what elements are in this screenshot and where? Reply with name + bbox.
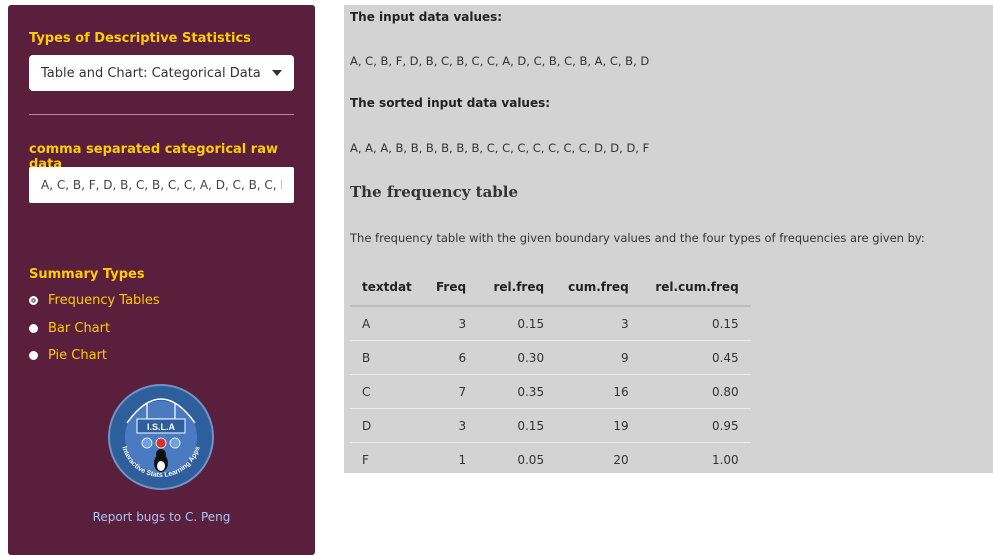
radio-checked-icon [29, 296, 38, 305]
table-cell: 0.95 [640, 408, 751, 443]
table-row: F 1 0.05 20 1.00 [350, 443, 751, 477]
table-cell: C [350, 374, 424, 409]
radio-label: Bar Chart [48, 321, 111, 336]
table-row: B 6 0.30 9 0.45 [350, 340, 751, 375]
table-cell: 3 [556, 306, 641, 341]
table-row: D 3 0.15 19 0.95 [350, 408, 751, 443]
statistics-type-select[interactable]: Table and Chart: Categorical Data [29, 55, 294, 91]
column-header: rel.cum.freq [640, 269, 751, 307]
table-cell: 7 [424, 374, 479, 409]
table-cell: B [350, 340, 424, 375]
sorted-data-values: A, A, A, B, B, B, B, B, B, C, C, C, C, C… [350, 141, 650, 155]
table-cell: A [350, 306, 424, 341]
table-row: C 7 0.35 16 0.80 [350, 374, 751, 409]
summary-types-heading: Summary Types [29, 267, 145, 282]
divider [29, 114, 294, 115]
frequency-table-description: The frequency table with the given bound… [350, 231, 925, 245]
column-header: cum.freq [556, 269, 641, 307]
statistics-type-selected: Table and Chart: Categorical Data [41, 65, 261, 81]
column-header: rel.freq [478, 269, 557, 307]
table-cell: 16 [556, 374, 641, 409]
table-cell: 3 [424, 408, 479, 443]
report-bugs-link[interactable]: Report bugs to C. Peng [8, 510, 315, 524]
table-cell: 1 [458, 452, 467, 467]
sorted-data-label: The sorted input data values: [350, 96, 551, 110]
table-cell: 9 [556, 340, 641, 375]
table-cell: 6 [424, 340, 479, 375]
isla-logo: I.S.L.A Interactive Stats Learning Apps [108, 384, 214, 490]
column-header: Freq [424, 269, 479, 307]
table-cell: 0.45 [640, 340, 751, 375]
frequency-table-title: The frequency table [350, 183, 519, 201]
main-output-panel: The input data values: A, C, B, F, D, B,… [344, 5, 993, 473]
table-cell: 0.05 [517, 452, 545, 467]
input-data-label: The input data values: [350, 10, 503, 24]
column-header: textdat [350, 269, 424, 307]
raw-data-input[interactable] [29, 167, 294, 203]
caret-down-icon [272, 70, 282, 76]
types-heading: Types of Descriptive Statistics [29, 31, 251, 46]
sidebar: Types of Descriptive Statistics Table an… [8, 5, 315, 555]
radio-frequency-tables[interactable]: Frequency Tables [29, 293, 160, 308]
table-header-row: textdat Freq rel.freq cum.freq rel.cum.f… [350, 269, 751, 307]
radio-label: Frequency Tables [48, 293, 160, 308]
table-row: A 3 0.15 3 0.15 [350, 306, 751, 341]
radio-bar-chart[interactable]: Bar Chart [29, 321, 110, 336]
table-cell: 20 [613, 452, 629, 467]
radio-label: Pie Chart [48, 348, 108, 363]
table-cell: 0.15 [478, 408, 557, 443]
table-cell: 19 [556, 408, 641, 443]
table-cell: 1.00 [711, 452, 739, 467]
input-data-values: A, C, B, F, D, B, C, B, C, C, A, D, C, B… [350, 54, 650, 68]
radio-pie-chart[interactable]: Pie Chart [29, 348, 107, 363]
logo-text: I.S.L.A [147, 422, 176, 432]
table-cell: 3 [424, 306, 479, 341]
table-cell: 0.30 [478, 340, 557, 375]
table-cell: D [350, 408, 424, 443]
radio-unchecked-icon [29, 351, 38, 360]
table-cell: 0.80 [640, 374, 751, 409]
radio-unchecked-icon [29, 324, 38, 333]
table-cell: 0.15 [478, 306, 557, 341]
table-cell: 0.15 [640, 306, 751, 341]
table-cell: F [362, 452, 369, 467]
table-cell: 0.35 [478, 374, 557, 409]
frequency-table: textdat Freq rel.freq cum.freq rel.cum.f… [350, 269, 751, 476]
